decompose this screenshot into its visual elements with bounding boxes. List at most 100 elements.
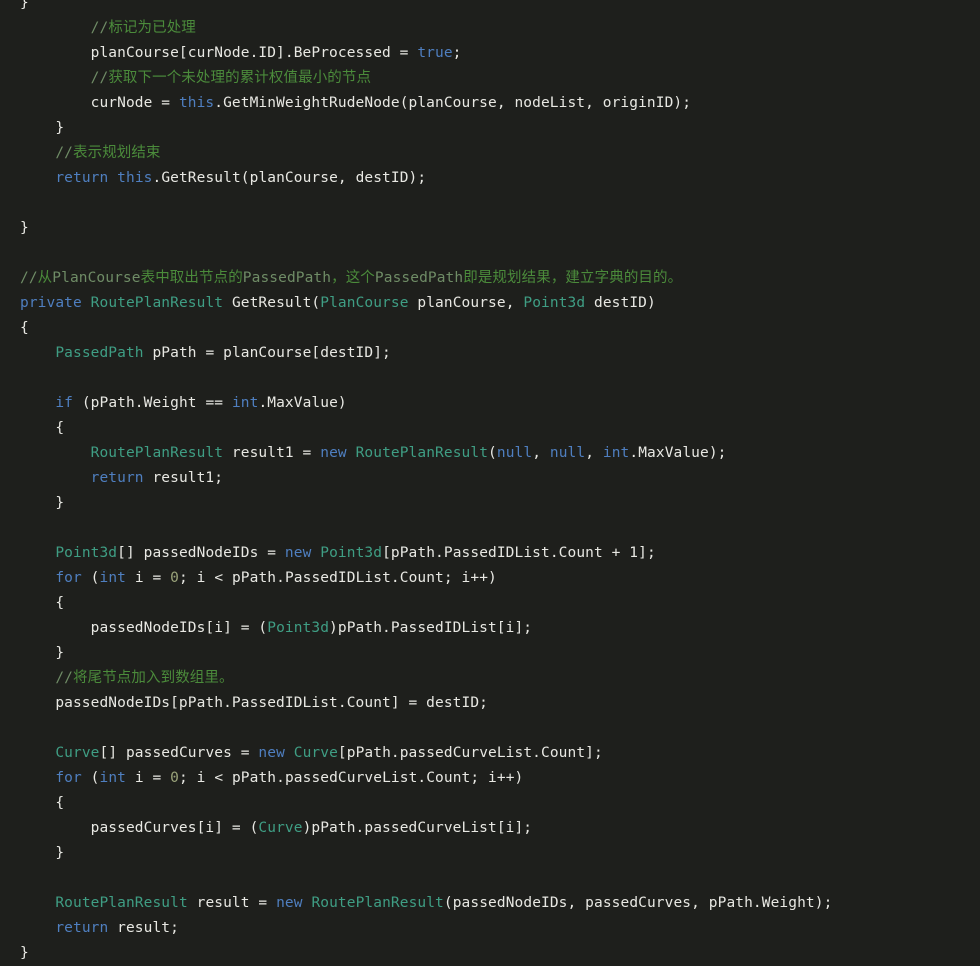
code-token: RoutePlanResult	[355, 445, 489, 461]
code-token: ,	[585, 445, 603, 461]
code-token: RoutePlanResult	[90, 445, 224, 461]
code-token: ,	[532, 445, 550, 461]
code-token: }	[20, 945, 29, 961]
code-token: 0	[170, 570, 179, 586]
code-line[interactable]	[20, 241, 980, 266]
code-line[interactable]: curNode = this.GetMinWeightRudeNode(plan…	[20, 91, 980, 116]
code-token: {	[20, 795, 65, 811]
code-token: int	[231, 395, 259, 411]
code-line[interactable]: if (pPath.Weight == int.MaxValue)	[20, 391, 980, 416]
code-line[interactable]: passedCurves[i] = (Curve)pPath.passedCur…	[20, 816, 980, 841]
code-surface[interactable]: } //标记为已处理 planCourse[curNode.ID].BeProc…	[0, 0, 980, 966]
code-line[interactable]: }	[20, 941, 980, 966]
code-line[interactable]: PassedPath pPath = planCourse[destID];	[20, 341, 980, 366]
code-line[interactable]: passedNodeIDs[pPath.PassedIDList.Count] …	[20, 691, 980, 716]
code-token: RoutePlanResult	[311, 895, 444, 911]
code-token: Point3d	[267, 620, 330, 636]
code-token: return	[55, 170, 109, 186]
code-token: new	[284, 545, 312, 561]
code-line[interactable]	[20, 516, 980, 541]
code-token: new	[276, 895, 303, 911]
code-line[interactable]: return result1;	[20, 466, 980, 491]
code-token: {	[20, 595, 65, 611]
code-line[interactable]: //获取下一个未处理的累计权值最小的节点	[20, 66, 980, 91]
code-token: }	[20, 120, 65, 136]
code-token: {	[20, 420, 65, 436]
code-line[interactable]: {	[20, 791, 980, 816]
code-token: for	[55, 770, 82, 786]
code-line[interactable]: }	[20, 491, 980, 516]
code-token: null	[549, 445, 586, 461]
code-line[interactable]	[20, 716, 980, 741]
code-line[interactable]: for (int i = 0; i < pPath.PassedIDList.C…	[20, 566, 980, 591]
code-token: (	[81, 570, 100, 586]
code-token: Curve	[258, 820, 303, 836]
code-line[interactable]: Curve[] passedCurves = new Curve[pPath.p…	[20, 741, 980, 766]
code-token: new	[320, 445, 347, 461]
code-token: PlanCourse	[320, 295, 409, 311]
code-line[interactable]: }	[20, 641, 980, 666]
code-line[interactable]: return result;	[20, 916, 980, 941]
code-line[interactable]: //表示规划结束	[20, 141, 980, 166]
code-token: 即是规划结果，建立字典的目的。	[463, 270, 683, 286]
code-token: int	[602, 445, 630, 461]
code-line[interactable]: Point3d[] passedNodeIDs = new Point3d[pP…	[20, 541, 980, 566]
code-token: ，这个	[331, 270, 375, 286]
code-line[interactable]: }	[20, 841, 980, 866]
code-line[interactable]: planCourse[curNode.ID].BeProcessed = tru…	[20, 41, 980, 66]
code-token: ; i < pPath.passedCurveList.Count; i++)	[179, 770, 524, 786]
code-line[interactable]: }	[20, 216, 980, 241]
code-token: .MaxValue)	[258, 395, 347, 411]
code-token: if	[55, 395, 73, 411]
code-token: result;	[108, 920, 179, 936]
code-editor-viewport[interactable]: } //标记为已处理 planCourse[curNode.ID].BeProc…	[0, 0, 980, 961]
code-line[interactable]	[20, 866, 980, 891]
code-token: int	[99, 570, 126, 586]
code-line[interactable]: return this.GetResult(planCourse, destID…	[20, 166, 980, 191]
code-line[interactable]	[20, 191, 980, 216]
code-line[interactable]: for (int i = 0; i < pPath.passedCurveLis…	[20, 766, 980, 791]
code-token: PassedPath	[242, 270, 332, 286]
code-token: GetResult(	[223, 295, 321, 311]
code-token: curNode =	[20, 95, 179, 111]
code-line[interactable]: {	[20, 316, 980, 341]
code-line[interactable]: //将尾节点加入到数组里。	[20, 666, 980, 691]
code-line[interactable]: }	[20, 0, 980, 16]
code-line[interactable]: RoutePlanResult result1 = new RoutePlanR…	[20, 441, 980, 466]
code-line[interactable]: {	[20, 591, 980, 616]
code-token: (	[81, 770, 100, 786]
code-token: .MaxValue);	[629, 445, 727, 461]
code-token: //	[55, 145, 73, 161]
code-token: destID)	[585, 295, 656, 311]
code-line[interactable]: RoutePlanResult result = new RoutePlanRe…	[20, 891, 980, 916]
code-token: Point3d	[523, 295, 586, 311]
code-token: 将尾节点加入到数组里。	[73, 670, 234, 686]
code-token: {	[20, 320, 29, 336]
code-line[interactable]	[20, 366, 980, 391]
code-line[interactable]: {	[20, 416, 980, 441]
code-line[interactable]: passedNodeIDs[i] = (Point3d)pPath.Passed…	[20, 616, 980, 641]
code-token: ; i < pPath.PassedIDList.Count; i++)	[179, 570, 497, 586]
code-token: }	[20, 0, 29, 11]
code-line[interactable]: //从PlanCourse表中取出节点的PassedPath，这个PassedP…	[20, 266, 980, 291]
code-token: (passedNodeIDs, passedCurves, pPath.Weig…	[443, 895, 833, 911]
code-token: //	[90, 20, 109, 36]
code-line[interactable]: }	[20, 116, 980, 141]
code-line[interactable]: //标记为已处理	[20, 16, 980, 41]
code-line[interactable]: private RoutePlanResult GetResult(PlanCo…	[20, 291, 980, 316]
code-token: new	[258, 745, 285, 761]
code-token: [pPath.PassedIDList.Count + 1];	[382, 545, 656, 561]
code-token: 0	[170, 770, 179, 786]
code-token: PassedPath	[55, 345, 144, 361]
